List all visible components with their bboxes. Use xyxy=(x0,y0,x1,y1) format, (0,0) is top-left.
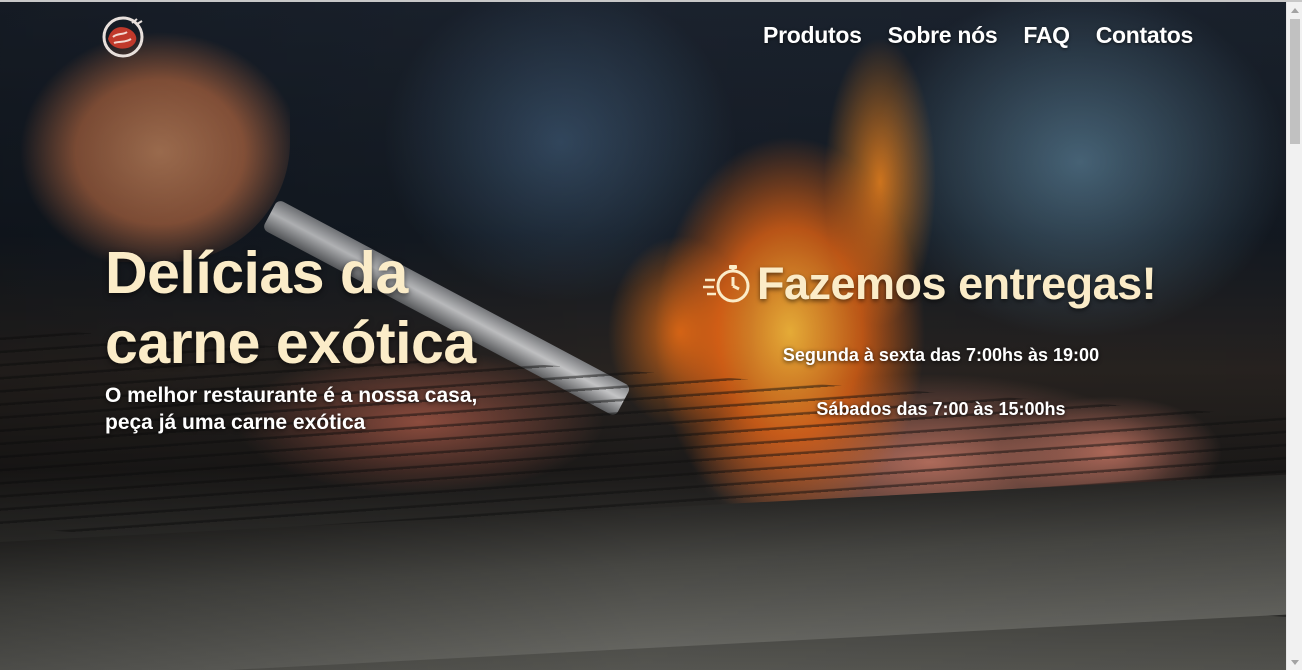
scroll-down-arrow-icon[interactable] xyxy=(1287,654,1302,670)
delivery-heading: Fazemos entregas! xyxy=(703,258,1157,310)
hero-title-line2: carne exótica xyxy=(105,310,476,376)
nav-link-faq[interactable]: FAQ xyxy=(1023,22,1070,49)
hero-subtitle: O melhor restaurante é a nossa casa, peç… xyxy=(105,384,478,434)
page: Produtos Sobre nós FAQ Contatos Delícias… xyxy=(0,0,1302,670)
nav-link-contatos[interactable]: Contatos xyxy=(1096,22,1194,49)
delivery-title: Fazemos entregas! xyxy=(757,258,1157,309)
nav-link-produtos[interactable]: Produtos xyxy=(763,22,862,49)
hours-weekday: Segunda à sexta das 7:00hs às 19:00 xyxy=(782,345,1100,365)
scroll-up-arrow-icon[interactable] xyxy=(1287,2,1302,18)
hero-title-line1: Delícias da xyxy=(105,240,408,306)
hero-title: Delícias da carne exótica xyxy=(105,238,525,378)
page-scrollbar[interactable] xyxy=(1286,2,1302,670)
meat-logo-icon[interactable] xyxy=(99,15,147,59)
nav-link-sobre-nos[interactable]: Sobre nós xyxy=(888,22,998,49)
main-nav: Produtos Sobre nós FAQ Contatos xyxy=(763,22,1193,49)
fast-clock-icon xyxy=(703,265,750,303)
scrollbar-thumb[interactable] xyxy=(1290,19,1300,144)
hours-saturday: Sábados das 7:00 às 15:00hs xyxy=(816,399,1066,419)
